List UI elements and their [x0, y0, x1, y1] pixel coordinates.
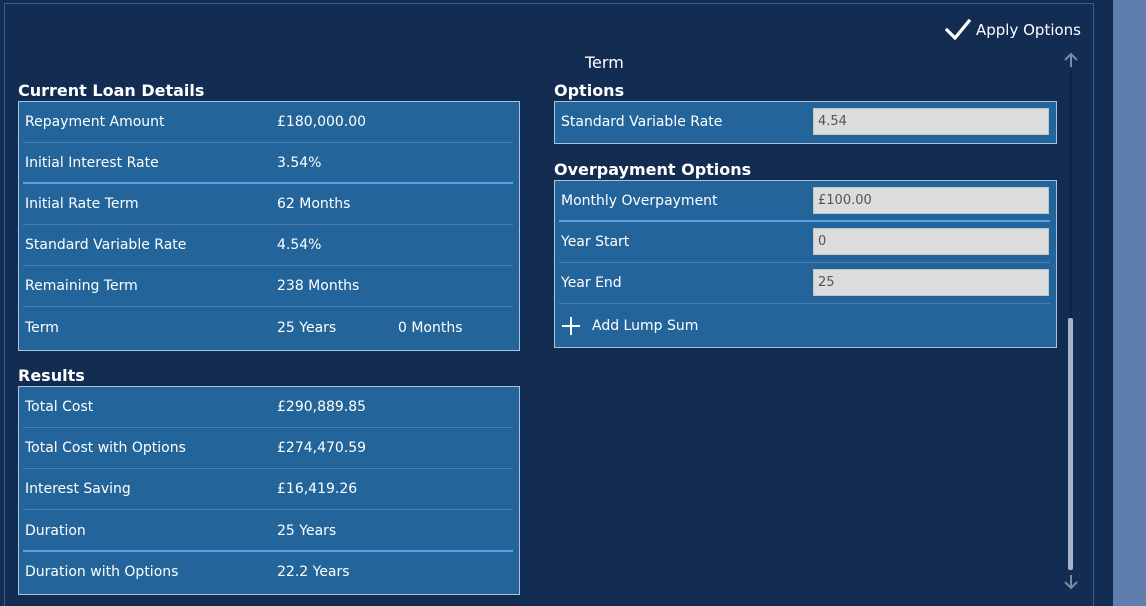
vertical-scrollbar[interactable] [1063, 52, 1079, 596]
row-value: 238 Months [277, 278, 360, 294]
monthly-overpayment-input[interactable] [813, 187, 1049, 214]
row-label: Initial Interest Rate [25, 155, 159, 171]
arrow-up-icon[interactable] [1063, 52, 1079, 68]
row-label: Total Cost [25, 399, 94, 415]
overpayment-row-monthly: Monthly Overpayment [555, 181, 1056, 222]
result-row-duration-with-options: Duration with Options 22.2 Years [19, 552, 519, 593]
row-value: £16,419.26 [277, 481, 358, 497]
row-value: 25 Years [277, 523, 337, 539]
row-label: Term [25, 320, 59, 336]
loan-row-initial-rate-term: Initial Rate Term 62 Months [19, 184, 519, 225]
options-title: Options [554, 81, 625, 100]
add-lump-sum-button[interactable]: Add Lump Sum [561, 305, 698, 346]
results-title: Results [18, 366, 85, 385]
result-row-total-cost-with-options: Total Cost with Options £274,470.59 [19, 428, 519, 469]
row-label: Remaining Term [25, 278, 138, 294]
row-value: 62 Months [277, 196, 351, 212]
add-lump-sum-label: Add Lump Sum [592, 317, 699, 334]
year-start-input[interactable] [813, 228, 1049, 255]
row-value: £274,470.59 [277, 440, 367, 456]
row-value: £290,889.85 [277, 399, 367, 415]
overpayment-row-year-start: Year Start [555, 222, 1056, 263]
scrollbar-thumb[interactable] [1068, 318, 1073, 570]
apply-options-button[interactable]: Apply Options [945, 18, 1081, 42]
row-value: £180,000.00 [277, 114, 367, 130]
row-divider [23, 509, 513, 510]
year-end-label: Year End [561, 275, 622, 291]
overpayment-title: Overpayment Options [554, 160, 752, 179]
checkmark-icon [945, 19, 971, 41]
result-row-duration: Duration 25 Years [19, 511, 519, 552]
options-panel: Standard Variable Rate [554, 101, 1057, 144]
overpayment-row-add-lump: Add Lump Sum [555, 305, 1056, 346]
overpayment-row-year-end: Year End [555, 263, 1056, 304]
year-end-input[interactable] [813, 269, 1049, 296]
apply-options-label: Apply Options [976, 21, 1081, 39]
overpayment-panel: Monthly Overpayment Year Start Year End … [554, 180, 1057, 348]
row-label: Standard Variable Rate [25, 237, 187, 253]
row-value: 3.54% [277, 155, 322, 171]
monthly-overpayment-label: Monthly Overpayment [561, 193, 718, 209]
loan-row-repayment-amount: Repayment Amount £180,000.00 [19, 102, 519, 143]
page-title: Term [585, 53, 624, 72]
row-label: Duration [25, 523, 86, 539]
current-loan-panel: Repayment Amount £180,000.00 Initial Int… [18, 101, 520, 351]
arrow-down-icon[interactable] [1063, 574, 1079, 590]
side-panel-strip [1113, 0, 1146, 606]
result-row-interest-saving: Interest Saving £16,419.26 [19, 469, 519, 510]
result-row-total-cost: Total Cost £290,889.85 [19, 387, 519, 428]
row-label: Repayment Amount [25, 114, 165, 130]
term-months-value: 0 Months [398, 320, 463, 336]
year-start-label: Year Start [561, 234, 630, 250]
svr-label: Standard Variable Rate [561, 114, 723, 130]
plus-icon [561, 316, 581, 336]
row-label: Interest Saving [25, 481, 131, 497]
loan-row-initial-interest-rate: Initial Interest Rate 3.54% [19, 143, 519, 184]
svr-input[interactable] [813, 108, 1049, 135]
loan-row-term: Term 25 Years 0 Months [19, 308, 519, 349]
loan-row-remaining-term: Remaining Term 238 Months [19, 266, 519, 307]
options-row-svr: Standard Variable Rate [555, 102, 1056, 143]
row-label: Total Cost with Options [25, 440, 186, 456]
row-value: 4.54% [277, 237, 322, 253]
loan-row-standard-variable-rate: Standard Variable Rate 4.54% [19, 225, 519, 266]
row-divider [559, 303, 1050, 304]
term-years-value: 25 Years [277, 320, 337, 336]
row-label: Initial Rate Term [25, 196, 139, 212]
results-panel: Total Cost £290,889.85 Total Cost with O… [18, 386, 520, 595]
row-label: Duration with Options [25, 564, 179, 580]
current-loan-title: Current Loan Details [18, 81, 205, 100]
row-value: 22.2 Years [277, 564, 350, 580]
row-divider [23, 306, 513, 307]
